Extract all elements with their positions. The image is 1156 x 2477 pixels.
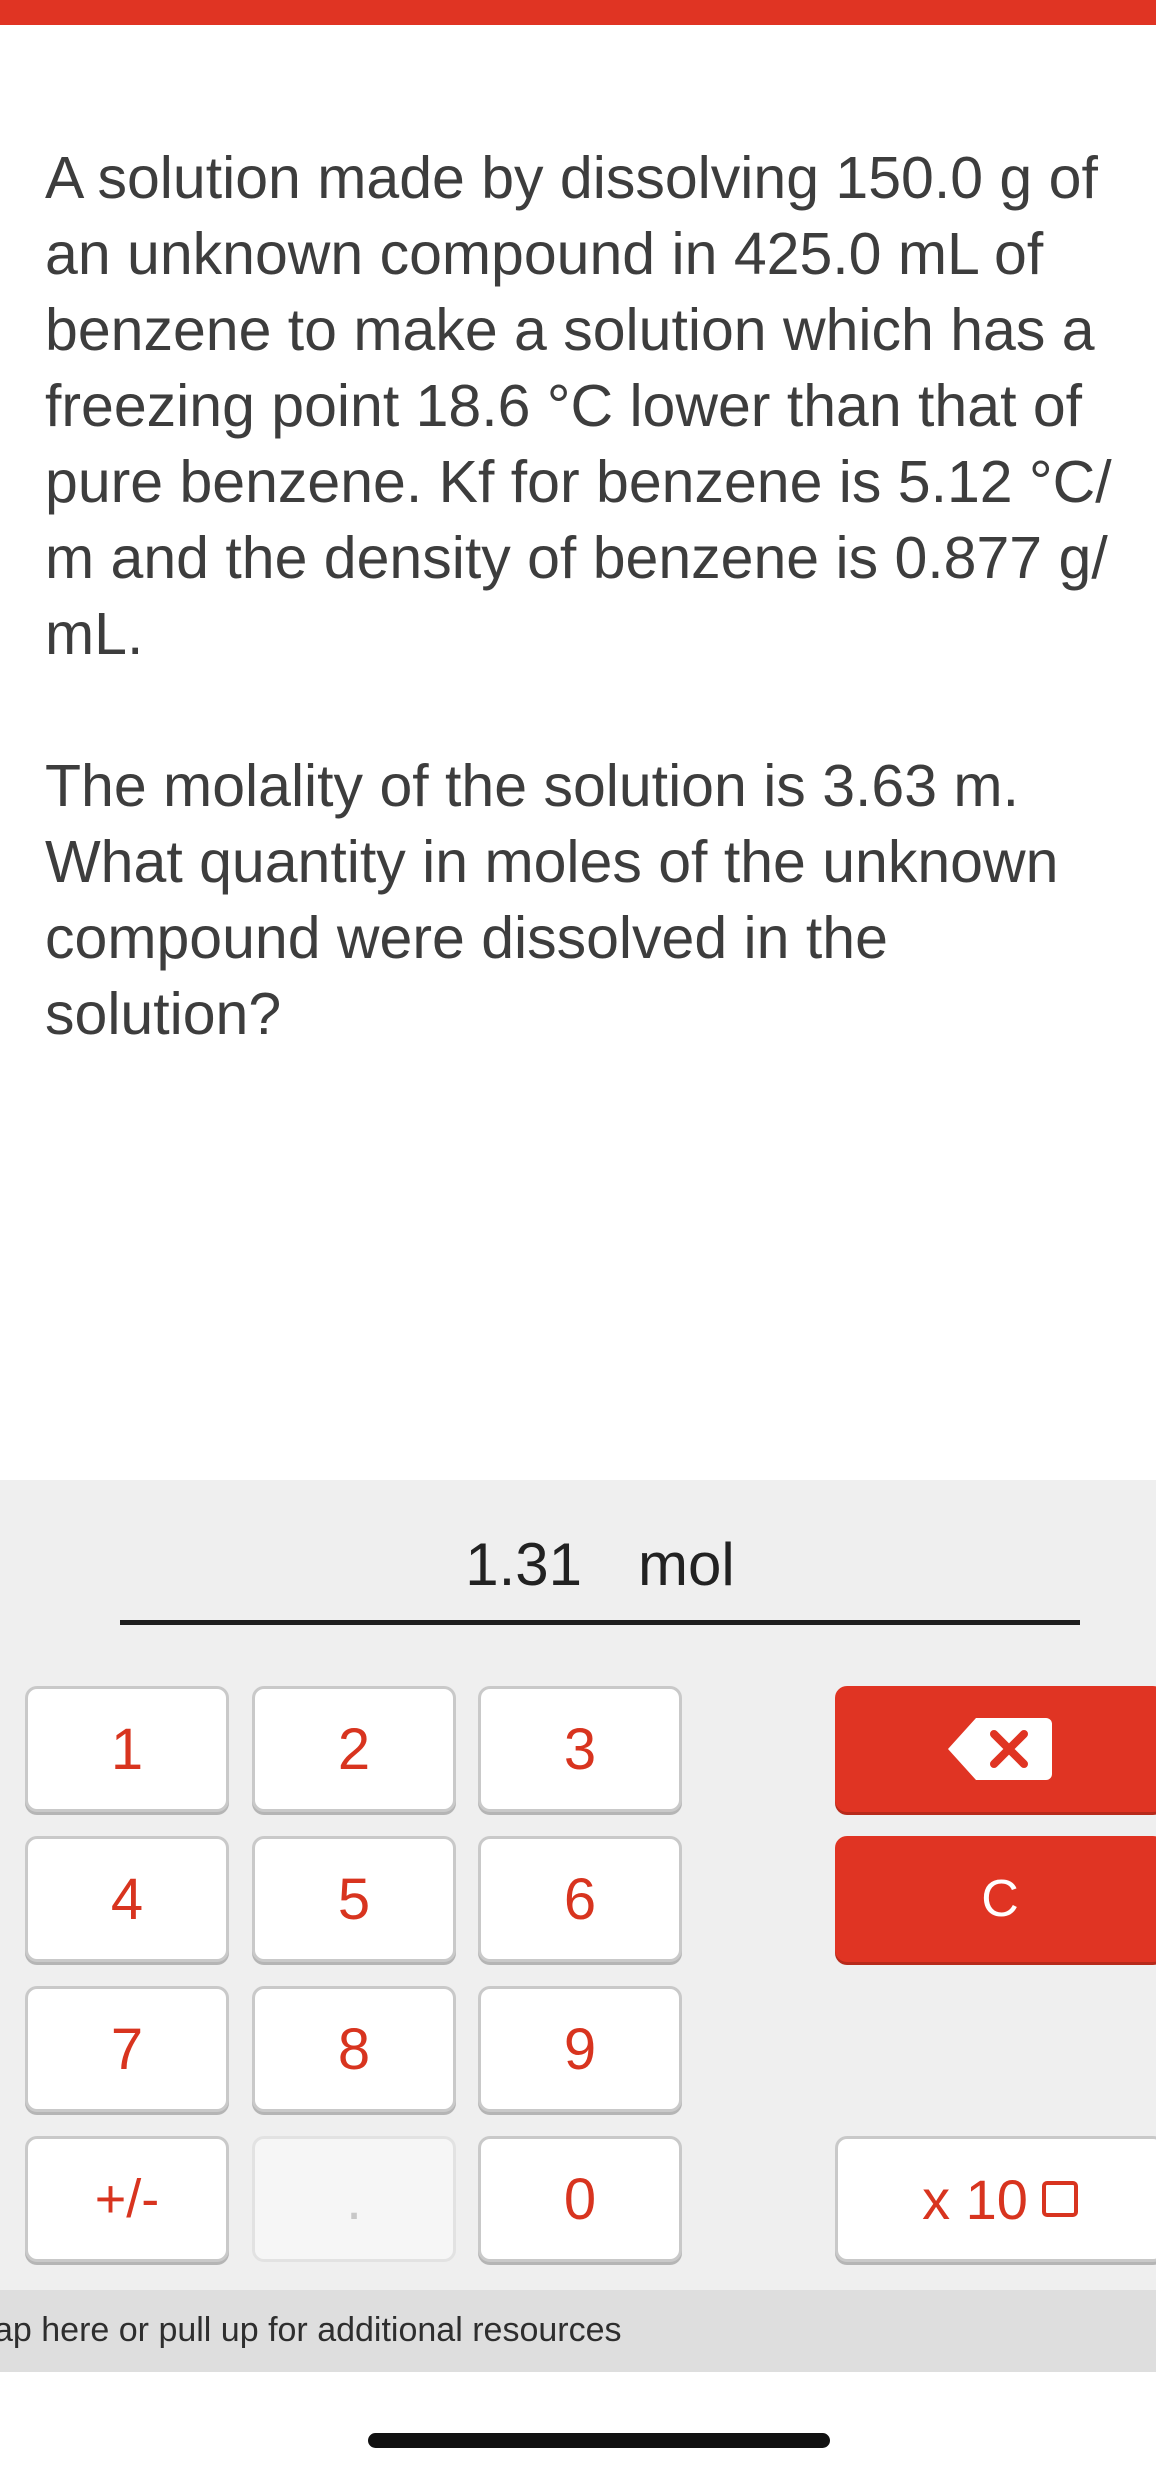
answer-underline [120,1620,1080,1625]
key-7[interactable]: 7 [25,1986,229,2112]
key-5[interactable]: 5 [252,1836,456,1962]
backspace-icon [948,1718,1052,1780]
top-accent-bar [0,0,1156,25]
clear-button[interactable]: C [835,1836,1156,1962]
key-8[interactable]: 8 [252,1986,456,2112]
key-3[interactable]: 3 [478,1686,682,1812]
key-4[interactable]: 4 [25,1836,229,1962]
key-9[interactable]: 9 [478,1986,682,2112]
home-indicator[interactable] [368,2433,830,2448]
plus-minus-button[interactable]: +/- [25,2136,229,2262]
answer-value: 1.31 [465,1531,583,1598]
question-text: A solution made by dissolving 150.0 g of… [45,140,1155,1052]
question-paragraph-1: A solution made by dissolving 150.0 g of… [45,145,1112,667]
key-6[interactable]: 6 [478,1836,682,1962]
resources-hint: ap here or pull up for additional resour… [0,2311,622,2349]
key-0[interactable]: 0 [478,2136,682,2262]
answer-display[interactable]: 1.31 mol [120,1525,1080,1625]
answer-unit: mol [638,1531,735,1598]
exponent-box-icon [1041,2181,1078,2217]
key-2[interactable]: 2 [252,1686,456,1812]
x10-button[interactable]: x 10 [835,2136,1156,2262]
backspace-button[interactable] [835,1686,1156,1812]
decimal-button: . [252,2136,456,2262]
question-paragraph-2: The molality of the solution is 3.63 m. … [45,753,1059,1047]
key-1[interactable]: 1 [25,1686,229,1812]
x10-label: x 10 [922,2167,1028,2231]
